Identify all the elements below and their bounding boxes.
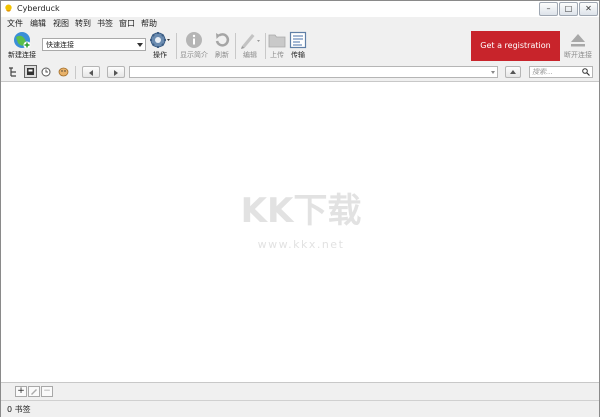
menu-window[interactable]: 窗口 bbox=[119, 18, 135, 29]
gear-icon bbox=[150, 32, 170, 48]
bookmarks-view-toggle[interactable] bbox=[24, 65, 37, 78]
cyberduck-app-icon bbox=[5, 4, 12, 12]
action-label: 操作 bbox=[153, 51, 167, 59]
status-text: 0 书签 bbox=[7, 405, 31, 414]
new-connection-label: 新建连接 bbox=[8, 51, 36, 59]
info-label: 显示简介 bbox=[180, 51, 208, 59]
refresh-icon bbox=[215, 33, 230, 47]
transfers-icon bbox=[289, 31, 307, 49]
parent-directory-button[interactable] bbox=[505, 66, 521, 78]
info-icon bbox=[186, 32, 202, 48]
pencil-icon bbox=[31, 389, 37, 395]
quick-connect-value: 快速连接 bbox=[46, 41, 74, 49]
edit-label: 编辑 bbox=[243, 51, 257, 59]
upload-label: 上传 bbox=[270, 51, 284, 59]
menu-edit[interactable]: 编辑 bbox=[30, 18, 46, 29]
title-bar: Cyberduck – □ ✕ bbox=[1, 1, 599, 18]
pencil-icon bbox=[241, 34, 260, 49]
arrow-right-icon bbox=[114, 70, 118, 76]
outline-view-icon[interactable] bbox=[8, 67, 18, 77]
menu-bookmarks[interactable]: 书签 bbox=[97, 18, 113, 29]
registration-key-button[interactable]: Get a registration key! bbox=[471, 31, 560, 80]
search-input[interactable]: 搜索... bbox=[529, 66, 593, 78]
new-connection-button[interactable]: 新建连接 bbox=[6, 31, 38, 60]
close-button[interactable]: ✕ bbox=[579, 2, 598, 16]
menu-help[interactable]: 帮助 bbox=[141, 18, 157, 29]
edit-bookmark-button[interactable] bbox=[28, 386, 40, 397]
bookmark-icon bbox=[27, 68, 34, 75]
globe-icon bbox=[14, 32, 31, 49]
back-button[interactable] bbox=[82, 66, 100, 78]
transfers-label: 传输 bbox=[291, 51, 305, 59]
forward-button[interactable] bbox=[107, 66, 125, 78]
transfers-button[interactable]: 传输 bbox=[288, 31, 308, 60]
watermark-logo-text: KK下载 bbox=[241, 191, 362, 231]
disconnect-button[interactable]: 断开连接 bbox=[562, 31, 594, 60]
maximize-button[interactable]: □ bbox=[559, 2, 578, 16]
menu-bar: 文件 编辑 视图 转到 书签 窗口 帮助 bbox=[1, 17, 599, 30]
menu-go[interactable]: 转到 bbox=[75, 18, 91, 29]
disconnect-label: 断开连接 bbox=[564, 51, 592, 59]
arrow-up-icon bbox=[510, 70, 516, 74]
navigation-bar: 搜索... bbox=[1, 63, 599, 82]
refresh-button[interactable]: 刷新 bbox=[211, 31, 233, 60]
bookmark-actions-bar: + − bbox=[1, 382, 599, 401]
path-select[interactable] bbox=[129, 66, 498, 78]
search-icon bbox=[582, 68, 590, 76]
bookmark-list-area[interactable]: KK下载 www.kkx.net bbox=[1, 82, 599, 382]
add-bookmark-button[interactable]: + bbox=[15, 386, 27, 397]
chevron-down-icon bbox=[491, 71, 495, 74]
search-placeholder: 搜索... bbox=[532, 68, 553, 76]
main-toolbar: 新建连接 快速连接 操作 显示简介 刷新 编辑 上传 传输 Get a regi… bbox=[1, 30, 599, 80]
upload-button[interactable]: 上传 bbox=[267, 31, 287, 60]
status-bar: 0 书签 bbox=[1, 400, 599, 417]
quick-connect-select[interactable]: 快速连接 bbox=[42, 38, 146, 51]
eject-icon bbox=[571, 34, 585, 47]
info-button[interactable]: 显示简介 bbox=[179, 31, 209, 60]
navbar-divider bbox=[75, 66, 76, 79]
arrow-left-icon bbox=[89, 70, 93, 76]
action-button[interactable]: 操作 bbox=[146, 31, 174, 60]
minimize-button[interactable]: – bbox=[539, 2, 558, 16]
watermark-url: www.kkx.net bbox=[258, 238, 345, 251]
bonjour-icon[interactable] bbox=[58, 67, 69, 77]
refresh-label: 刷新 bbox=[215, 51, 229, 59]
kkx-watermark-logo: KK下载 www.kkx.net bbox=[241, 191, 362, 251]
delete-bookmark-button[interactable]: − bbox=[41, 386, 53, 397]
menu-view[interactable]: 视图 bbox=[53, 18, 69, 29]
application-window: Cyberduck – □ ✕ 文件 编辑 视图 转到 书签 窗口 帮助 新建连… bbox=[0, 0, 600, 417]
window-title: Cyberduck bbox=[17, 4, 60, 13]
edit-button[interactable]: 编辑 bbox=[236, 31, 264, 60]
history-clock-icon[interactable] bbox=[41, 67, 51, 77]
chevron-down-icon bbox=[137, 43, 143, 47]
menu-file[interactable]: 文件 bbox=[7, 18, 23, 29]
toolbar-divider bbox=[265, 33, 266, 59]
folder-upload-icon bbox=[268, 34, 286, 48]
toolbar-divider bbox=[176, 33, 177, 59]
